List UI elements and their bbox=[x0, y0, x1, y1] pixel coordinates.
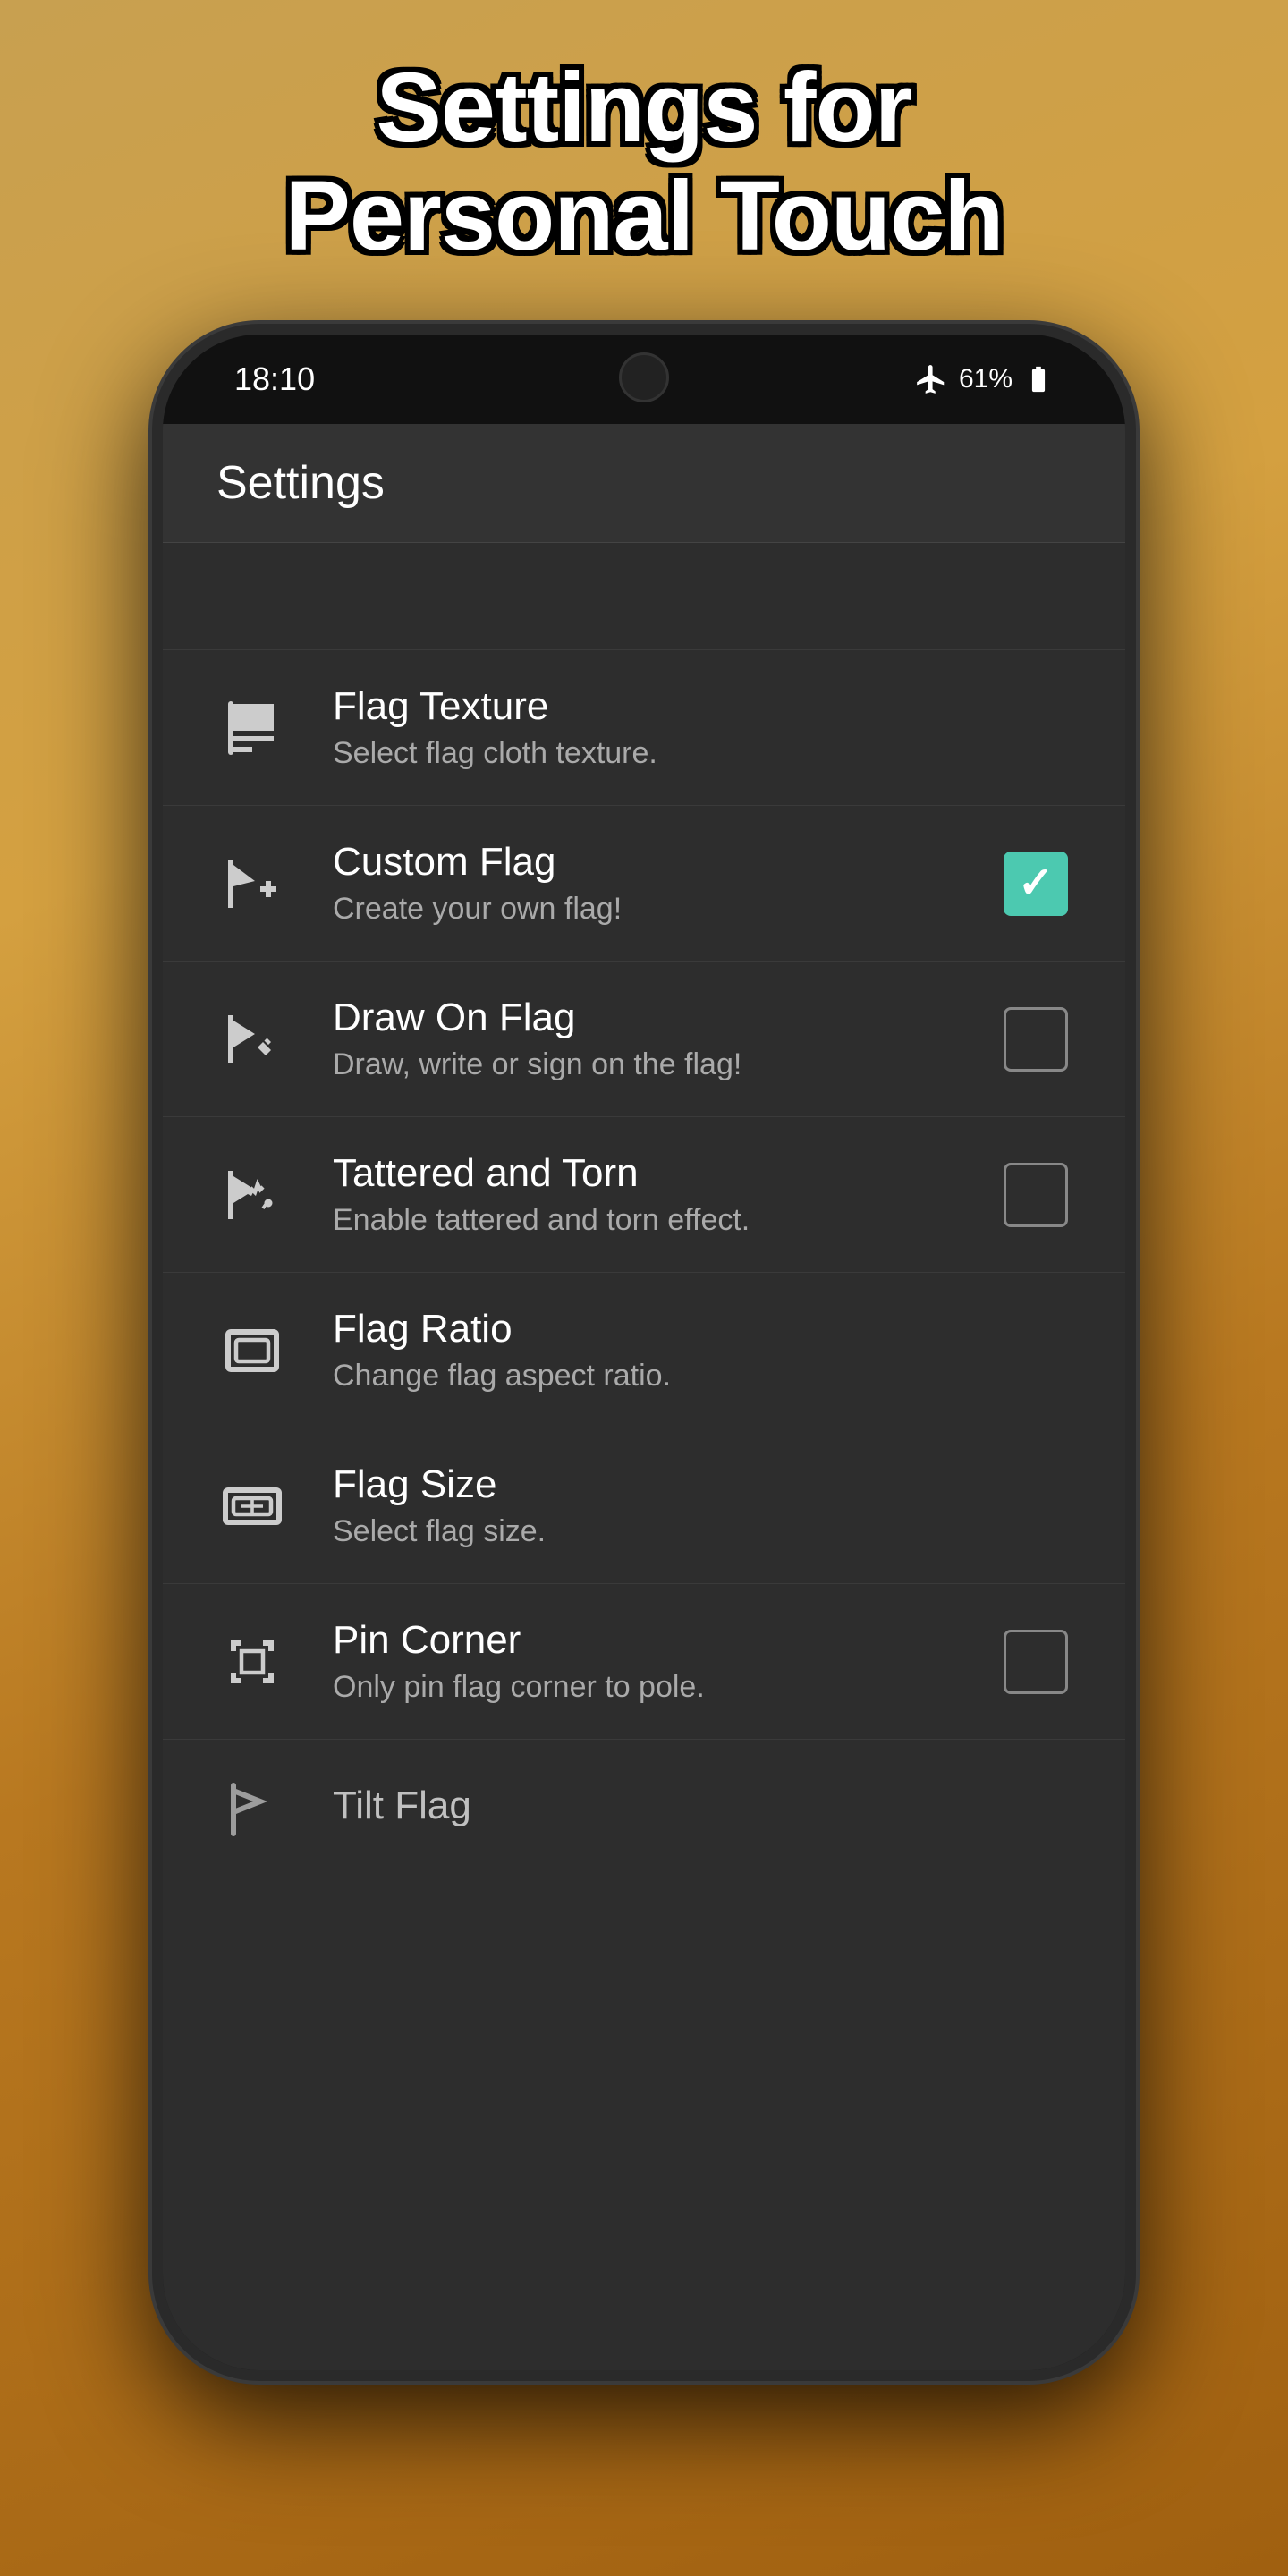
flag-ratio-text: Flag Ratio Change flag aspect ratio. bbox=[333, 1307, 1072, 1394]
flag-texture-text: Flag Texture Select flag cloth texture. bbox=[333, 684, 1072, 771]
setting-item-pin-corner[interactable]: Pin Corner Only pin flag corner to pole. bbox=[163, 1584, 1125, 1740]
checkbox-checked-indicator: ✓ bbox=[1004, 852, 1068, 916]
custom-flag-title: Custom Flag bbox=[333, 840, 1000, 885]
pin-corner-checkbox[interactable] bbox=[1000, 1626, 1072, 1698]
pin-corner-title: Pin Corner bbox=[333, 1618, 1000, 1663]
tattered-torn-subtitle: Enable tattered and torn effect. bbox=[333, 1203, 1000, 1238]
pin-corner-icon bbox=[216, 1626, 288, 1698]
pin-corner-text: Pin Corner Only pin flag corner to pole. bbox=[333, 1618, 1000, 1705]
setting-item-tattered-torn[interactable]: Tattered and Torn Enable tattered and to… bbox=[163, 1117, 1125, 1273]
settings-screen-title: Settings bbox=[216, 457, 385, 509]
settings-header: Settings bbox=[163, 424, 1125, 543]
tilt-flag-title: Tilt Flag bbox=[333, 1784, 1072, 1828]
custom-flag-text: Custom Flag Create your own flag! bbox=[333, 840, 1000, 927]
checkbox-unchecked-indicator bbox=[1004, 1007, 1068, 1072]
setting-item-tilt-flag[interactable]: Tilt Flag bbox=[163, 1740, 1125, 1879]
title-line1: Settings for bbox=[376, 53, 911, 163]
flag-ratio-icon bbox=[216, 1315, 288, 1386]
draw-on-flag-subtitle: Draw, write or sign on the flag! bbox=[333, 1047, 1000, 1082]
pin-corner-subtitle: Only pin flag corner to pole. bbox=[333, 1670, 1000, 1705]
draw-on-flag-checkbox[interactable] bbox=[1000, 1004, 1072, 1075]
flag-texture-title: Flag Texture bbox=[333, 684, 1072, 729]
flag-size-subtitle: Select flag size. bbox=[333, 1514, 1072, 1549]
checkbox-unchecked-indicator2 bbox=[1004, 1163, 1068, 1227]
flag-ratio-subtitle: Change flag aspect ratio. bbox=[333, 1359, 1072, 1394]
draw-flag-icon bbox=[216, 1004, 288, 1075]
tattered-torn-checkbox[interactable] bbox=[1000, 1159, 1072, 1231]
status-bar: 18:10 61% bbox=[163, 335, 1125, 424]
phone-frame: 18:10 61% Settings bbox=[152, 324, 1136, 2381]
setting-item-custom-flag[interactable]: Custom Flag Create your own flag! ✓ bbox=[163, 806, 1125, 962]
checkbox-unchecked-indicator3 bbox=[1004, 1630, 1068, 1694]
settings-list: Flag Texture Select flag cloth texture. … bbox=[163, 650, 1125, 2370]
setting-item-flag-texture[interactable]: Flag Texture Select flag cloth texture. bbox=[163, 650, 1125, 806]
tattered-torn-title: Tattered and Torn bbox=[333, 1151, 1000, 1196]
empty-section bbox=[163, 543, 1125, 650]
tattered-torn-text: Tattered and Torn Enable tattered and to… bbox=[333, 1151, 1000, 1238]
status-time: 18:10 bbox=[234, 360, 315, 398]
tattered-flag-icon bbox=[216, 1159, 288, 1231]
page-title: Settings for Personal Touch bbox=[285, 54, 1004, 270]
flag-size-icon bbox=[216, 1470, 288, 1542]
custom-flag-checkbox[interactable]: ✓ bbox=[1000, 848, 1072, 919]
screen-content: Settings Flag Texture Select flag cloth … bbox=[163, 424, 1125, 2370]
flag-size-text: Flag Size Select flag size. bbox=[333, 1462, 1072, 1549]
status-icons: 61% bbox=[914, 362, 1054, 396]
flag-texture-icon bbox=[216, 692, 288, 764]
setting-item-flag-size[interactable]: Flag Size Select flag size. bbox=[163, 1428, 1125, 1584]
custom-flag-icon bbox=[216, 848, 288, 919]
checkmark-icon: ✓ bbox=[1018, 862, 1054, 905]
tilt-flag-icon bbox=[216, 1774, 288, 1845]
flag-size-title: Flag Size bbox=[333, 1462, 1072, 1507]
draw-on-flag-title: Draw On Flag bbox=[333, 996, 1000, 1040]
tilt-flag-text: Tilt Flag bbox=[333, 1784, 1072, 1835]
draw-on-flag-text: Draw On Flag Draw, write or sign on the … bbox=[333, 996, 1000, 1082]
setting-item-draw-on-flag[interactable]: Draw On Flag Draw, write or sign on the … bbox=[163, 962, 1125, 1117]
battery-icon bbox=[1023, 364, 1054, 394]
airplane-icon bbox=[914, 362, 948, 396]
custom-flag-subtitle: Create your own flag! bbox=[333, 892, 1000, 927]
flag-texture-subtitle: Select flag cloth texture. bbox=[333, 736, 1072, 771]
battery-text: 61% bbox=[959, 364, 1013, 394]
title-line2: Personal Touch bbox=[285, 161, 1004, 271]
side-button[interactable] bbox=[1125, 871, 1136, 996]
flag-ratio-title: Flag Ratio bbox=[333, 1307, 1072, 1352]
setting-item-flag-ratio[interactable]: Flag Ratio Change flag aspect ratio. bbox=[163, 1273, 1125, 1428]
